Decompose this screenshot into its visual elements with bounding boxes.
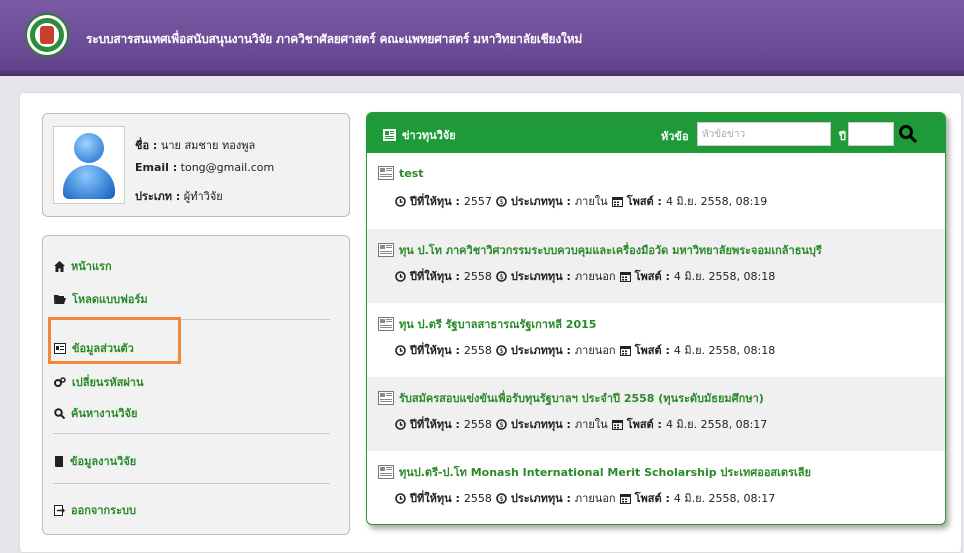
year-input[interactable] xyxy=(848,122,894,146)
news-item-title[interactable]: ทุน ป.โท ภาควิชาวิศวกรรมระบบควบคุมและเคร… xyxy=(378,241,822,259)
money-icon: $ xyxy=(496,418,507,430)
profile-name: ชื่อ : นาย สมชาย ทองพูล xyxy=(135,139,256,152)
document-icon xyxy=(378,317,394,331)
search-icon xyxy=(54,407,65,419)
university-logo xyxy=(25,13,69,57)
highlight-box xyxy=(48,317,181,364)
money-icon: $ xyxy=(496,492,507,504)
news-item-title[interactable]: รับสมัครสอบแข่งขันเพื่อรับทุนรัฐบาลฯ ประ… xyxy=(378,389,764,407)
page-title: ระบบสารสนเทศเพื่อสนับสนุนงานวิจัย ภาควิช… xyxy=(86,32,583,46)
topic-label: หัวข้อ xyxy=(661,130,689,143)
menu-divider xyxy=(53,483,330,484)
money-icon: $ xyxy=(496,344,507,356)
newspaper-icon xyxy=(383,129,396,141)
news-title: ข่าวทุนวิจัย xyxy=(383,126,456,144)
svg-text:$: $ xyxy=(499,421,503,429)
calendar-icon xyxy=(619,271,631,282)
news-item-title[interactable]: ทุนป.ตรี-ป.โท Monash International Merit… xyxy=(378,463,811,481)
menu-item-download-form[interactable]: โหลดแบบฟอร์ม xyxy=(54,290,148,308)
svg-text:$: $ xyxy=(499,273,503,281)
menu-divider xyxy=(53,433,330,434)
profile-email: Email : tong@gmail.com xyxy=(135,161,275,174)
menu-item-research-data[interactable]: ข้อมูลงานวิจัย xyxy=(54,452,136,470)
document-icon xyxy=(378,465,394,479)
money-icon: $ xyxy=(496,270,507,282)
search-button-icon[interactable] xyxy=(898,124,918,144)
svg-text:$: $ xyxy=(499,198,503,206)
folder-open-icon xyxy=(54,295,66,304)
avatar xyxy=(53,126,125,204)
news-header: ข่าวทุนวิจัย หัวข้อ หัวข้อข่าว ปี xyxy=(367,113,945,153)
sidebar-menu: หน้าแรก โหลดแบบฟอร์ม ข้อมูลส่วนตัว เปลี่… xyxy=(42,235,350,535)
gears-icon xyxy=(54,376,66,387)
profile-card: ชื่อ : นาย สมชาย ทองพูล Email : tong@gma… xyxy=(42,113,350,217)
news-item[interactable]: ทุน ป.โท ภาควิชาวิศวกรรมระบบควบคุมและเคร… xyxy=(367,229,945,303)
news-item-title[interactable]: test xyxy=(378,166,424,180)
news-item-meta: ปีที่ให้ทุน :2558 $ ประเภททุน : ภายนอก โพส… xyxy=(395,489,775,507)
header-bar: ระบบสารสนเทศเพื่อสนับสนุนงานวิจัย ภาควิช… xyxy=(0,0,964,76)
svg-text:$: $ xyxy=(499,495,503,503)
clock-icon xyxy=(395,195,406,207)
menu-item-search-research[interactable]: ค้นหางานวิจัย xyxy=(54,404,137,422)
document-icon xyxy=(378,166,394,180)
calendar-icon xyxy=(619,493,631,504)
news-item-meta: ปีที่ให้ทุน :2558 $ ประเภททุน : ภายนอก โพส… xyxy=(395,341,775,359)
profile-type: ประเภท : ผู้ทำวิจัย xyxy=(135,190,223,203)
year-label: ปี xyxy=(839,130,846,143)
calendar-icon xyxy=(611,419,623,430)
news-item-meta: ปีที่ให้ทุน :2558 $ ประเภททุน : ภายนอก โพส… xyxy=(395,267,775,285)
home-icon xyxy=(54,260,65,272)
news-item-meta: ปีที่ให้ทุน :2558 $ ประเภททุน : ภายใน โพสต… xyxy=(395,415,767,433)
clock-icon xyxy=(395,418,406,430)
logout-icon xyxy=(54,504,65,516)
menu-item-change-password[interactable]: เปลี่ยนรหัสผ่าน xyxy=(54,373,143,391)
news-item-title[interactable]: ทุน ป.ตรี รัฐบาลสาธารณรัฐเกาหลี 2015 xyxy=(378,315,596,333)
news-item[interactable]: ทุนป.ตรี-ป.โท Monash International Merit… xyxy=(367,451,945,524)
document-icon xyxy=(378,391,394,405)
clock-icon xyxy=(395,344,406,356)
news-item[interactable]: test ปีที่ให้ทุน :2557 $ ประเภททุน : ภายใน … xyxy=(367,154,945,228)
calendar-icon xyxy=(611,196,623,207)
news-panel: ข่าวทุนวิจัย หัวข้อ หัวข้อข่าว ปี test ปี… xyxy=(366,112,946,525)
news-item-meta: ปีที่ให้ทุน :2557 $ ประเภททุน : ภายใน โพสต… xyxy=(395,192,767,210)
document-icon xyxy=(378,243,394,257)
topic-search-input[interactable]: หัวข้อข่าว xyxy=(697,122,831,146)
news-item[interactable]: รับสมัครสอบแข่งขันเพื่อรับทุนรัฐบาลฯ ประ… xyxy=(367,377,945,451)
menu-item-logout[interactable]: ออกจากระบบ xyxy=(54,501,136,519)
money-icon: $ xyxy=(496,195,507,207)
menu-item-home[interactable]: หน้าแรก xyxy=(54,257,112,275)
calendar-icon xyxy=(619,345,631,356)
clock-icon xyxy=(395,270,406,282)
clock-icon xyxy=(395,492,406,504)
news-item[interactable]: ทุน ป.ตรี รัฐบาลสาธารณรัฐเกาหลี 2015 ปีที… xyxy=(367,303,945,377)
book-icon xyxy=(55,455,63,467)
svg-text:$: $ xyxy=(499,347,503,355)
